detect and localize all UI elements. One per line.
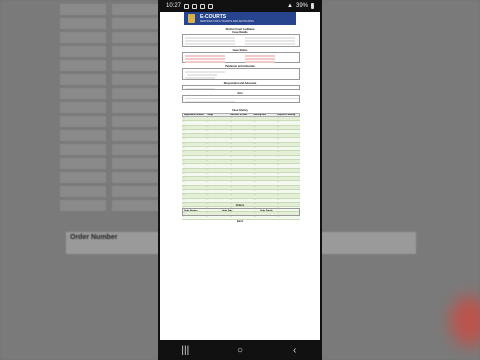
ecourts-banner: E-COURTS SERVICES FOR LITIGANTS AND ADVO… (184, 12, 296, 25)
banner-subtitle: SERVICES FOR LITIGANTS AND ADVOCATES (200, 19, 254, 23)
case-history-title: Case History (232, 109, 248, 112)
home-button[interactable]: ○ (230, 345, 250, 356)
background-order-header: Order Number (70, 234, 118, 241)
status-bar: 10:27 ▲ 39% (158, 0, 322, 12)
battery-percentage: 39% (295, 3, 308, 9)
back-button[interactable]: ‹ (285, 345, 305, 356)
notification-icon (200, 3, 206, 9)
emblem-icon (188, 14, 195, 23)
petitioner-box (182, 68, 300, 80)
clock: 10:27 (166, 3, 182, 9)
recents-button[interactable]: ||| (175, 345, 195, 356)
android-nav-bar: ||| ○ ‹ (158, 340, 322, 360)
notification-icon (208, 3, 214, 9)
orders-table: Order Number Order Date Order Details (182, 208, 300, 216)
back-link[interactable]: Back (160, 220, 320, 223)
notification-icon (184, 3, 190, 9)
case-status-box (182, 52, 300, 63)
phone-screen: 10:27 ▲ 39% E-COURTS SERVICES FOR LITIGA… (158, 0, 322, 360)
respondent-box (182, 85, 300, 90)
orders-title: Orders (235, 204, 245, 207)
document-page: E-COURTS SERVICES FOR LITIGANTS AND ADVO… (160, 12, 320, 340)
notification-icon (192, 3, 198, 9)
battery-icon (311, 3, 314, 9)
acts-box (182, 95, 300, 103)
case-details-box (182, 34, 300, 47)
floating-record-button (450, 296, 480, 346)
signal-icon: ▲ (287, 3, 293, 9)
